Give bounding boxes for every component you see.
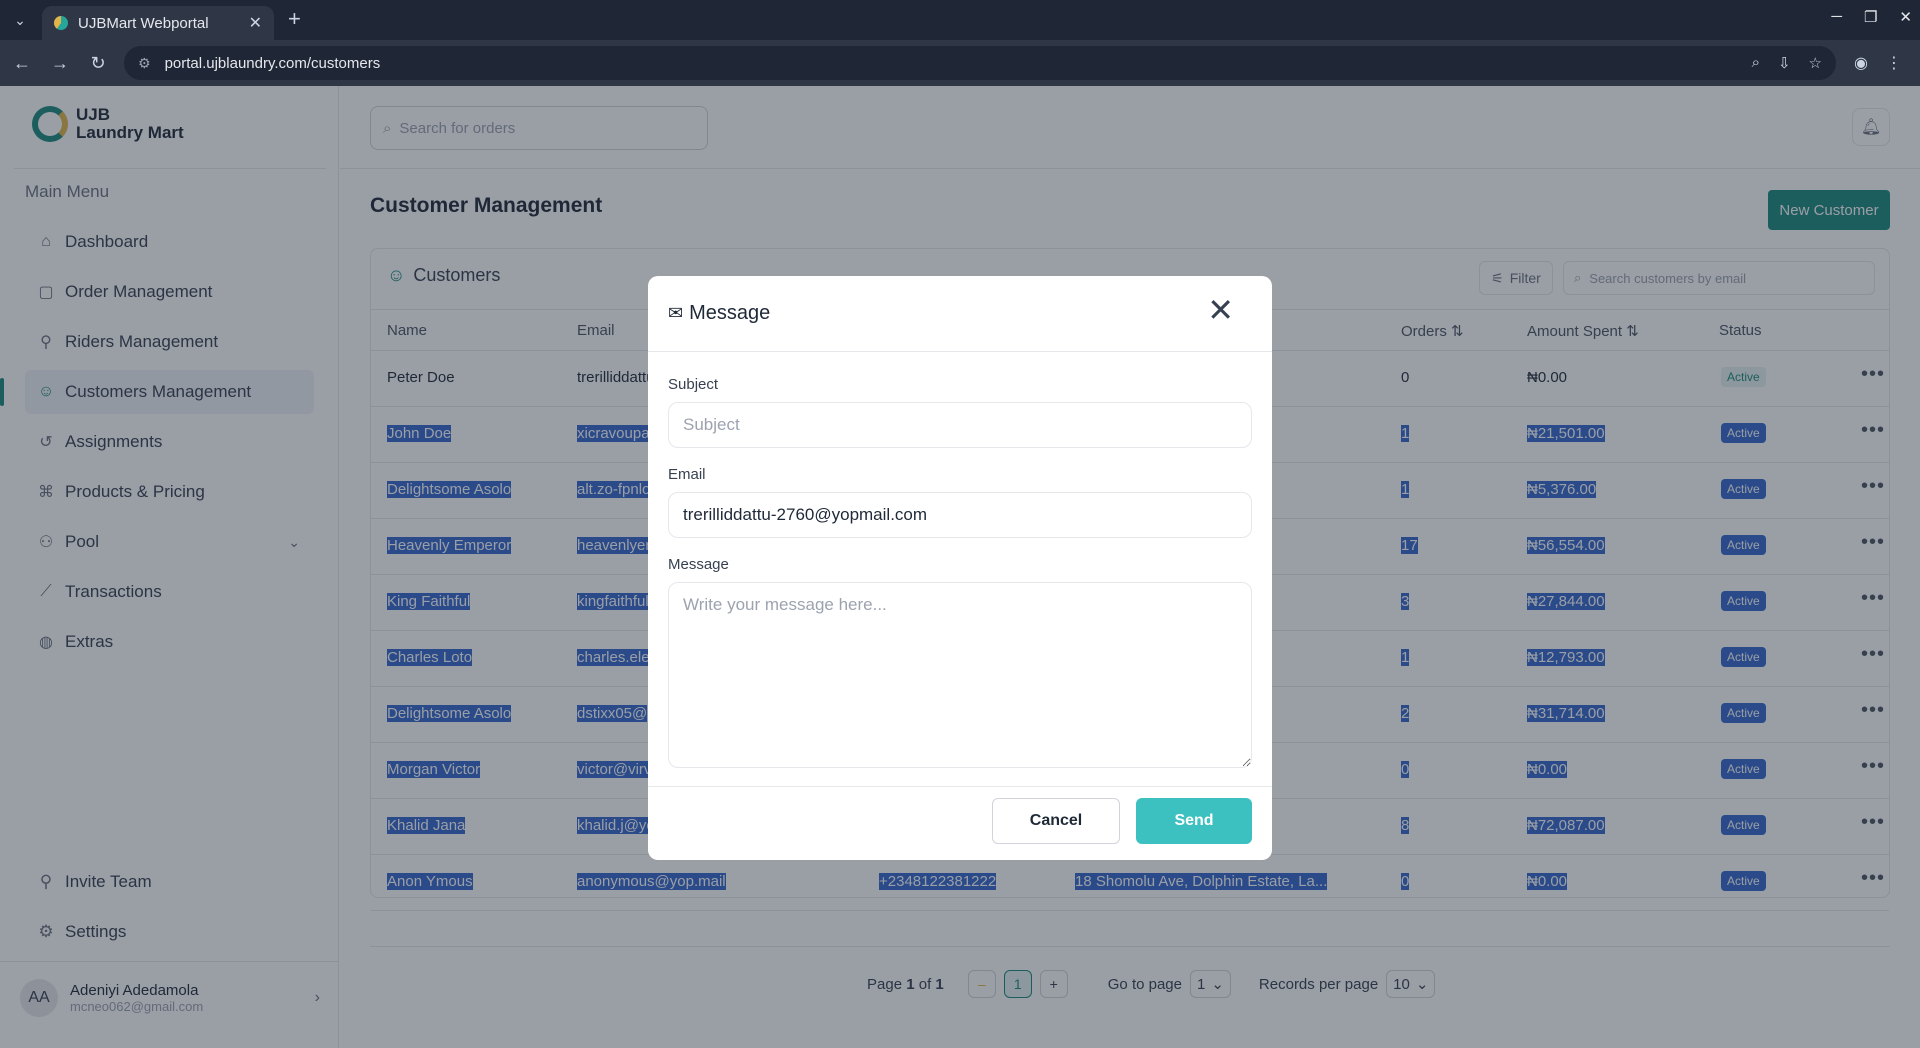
envelope-icon: ✉ — [668, 303, 684, 323]
reload-icon[interactable]: ↻ — [82, 53, 114, 74]
window-controls: ─ ❐ ✕ — [1831, 8, 1912, 26]
profile-icon[interactable]: ◉ — [1854, 53, 1868, 73]
modal-title: ✉ Message — [668, 302, 770, 325]
site-info-icon[interactable]: ⚙ — [138, 55, 151, 72]
browser-menu-icon[interactable]: ⋮ — [1886, 53, 1902, 73]
cancel-button[interactable]: Cancel — [992, 798, 1120, 844]
send-button[interactable]: Send — [1136, 798, 1252, 844]
install-icon[interactable]: ⇩ — [1778, 54, 1791, 72]
subject-label: Subject — [668, 376, 719, 393]
email-label: Email — [668, 466, 706, 483]
close-icon[interactable]: ✕ — [1207, 294, 1234, 326]
tab-search-icon[interactable]: ⌄ — [6, 6, 34, 34]
address-bar: ← → ↻ ⚙ portal.ujblaundry.com/customers … — [0, 40, 1920, 86]
subject-input[interactable] — [668, 402, 1252, 448]
message-label: Message — [668, 556, 729, 573]
bookmark-star-icon[interactable]: ☆ — [1809, 54, 1822, 72]
url-text: portal.ujblaundry.com/customers — [164, 54, 381, 72]
new-tab-icon[interactable]: + — [288, 6, 301, 32]
browser-tab[interactable]: UJBMart Webportal ✕ — [42, 6, 274, 40]
minimize-icon[interactable]: ─ — [1831, 8, 1842, 26]
modal-footer — [648, 786, 1272, 787]
url-field[interactable]: ⚙ portal.ujblaundry.com/customers ⌕ ⇩ ☆ — [124, 46, 1836, 80]
maximize-icon[interactable]: ❐ — [1864, 8, 1877, 26]
message-modal: ✉ Message ✕ Subject Email Message Cancel… — [648, 276, 1272, 860]
modal-header: ✉ Message ✕ — [648, 276, 1272, 352]
favicon-icon — [54, 16, 68, 30]
modal-title-text: Message — [689, 302, 771, 324]
window-close-icon[interactable]: ✕ — [1899, 8, 1912, 26]
tab-title: UJBMart Webportal — [78, 14, 209, 32]
forward-icon[interactable]: → — [44, 53, 76, 74]
back-icon[interactable]: ← — [6, 53, 38, 74]
tab-close-icon[interactable]: ✕ — [249, 13, 262, 33]
message-textarea[interactable] — [668, 582, 1252, 768]
browser-tab-bar: ⌄ UJBMart Webportal ✕ + ─ ❐ ✕ — [0, 0, 1920, 40]
email-input[interactable] — [668, 492, 1252, 538]
zoom-icon[interactable]: ⌕ — [1752, 54, 1760, 72]
